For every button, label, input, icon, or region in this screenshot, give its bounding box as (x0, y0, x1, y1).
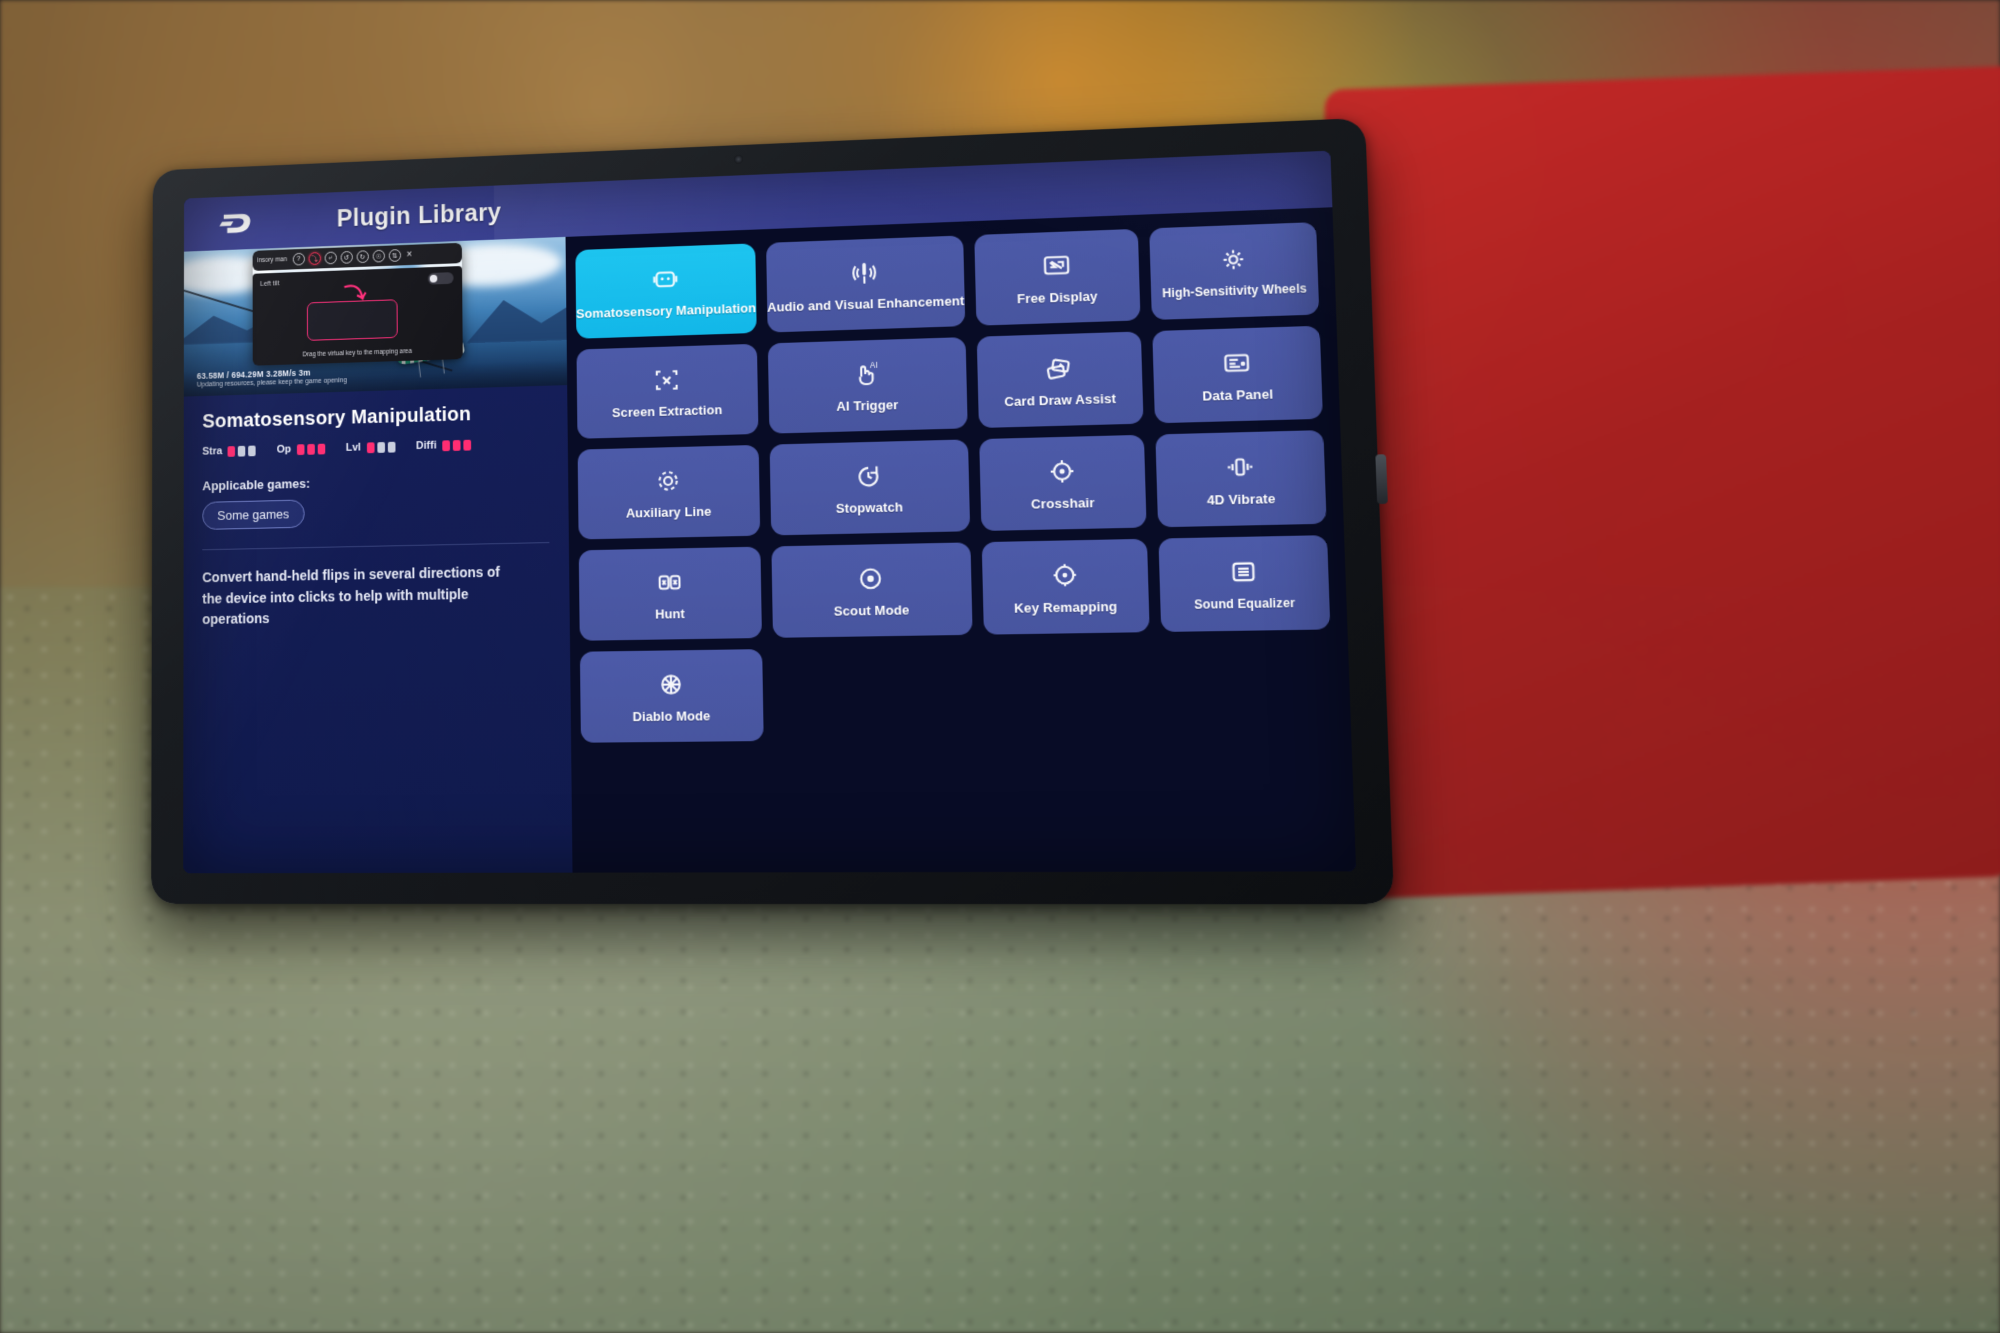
rating-label: Lvl (346, 442, 361, 454)
plugin-tile-screen-extraction[interactable]: Screen Extraction (576, 344, 758, 439)
rating-bars (228, 445, 256, 456)
gesture-icon[interactable]: ⤶ (324, 251, 336, 264)
mapping-hint-text: Drag the virtual key to the mapping area (253, 346, 463, 360)
plugin-tile-label: 4D Vibrate (1207, 490, 1276, 507)
game-tag[interactable]: Some games (202, 499, 304, 529)
plugin-tile-audio-and-visual-enhancement[interactable]: Audio and Visual Enhancement (766, 235, 965, 332)
plugin-tile-label: Diablo Mode (632, 708, 710, 724)
somatosensory-icon (650, 264, 680, 294)
screen-extraction-icon (652, 364, 682, 394)
data-panel-icon (1220, 347, 1252, 378)
rating-lvl: Lvl (346, 441, 395, 454)
rotate-icon[interactable]: ↺ (340, 251, 352, 264)
rating-bars (297, 443, 325, 454)
game-tag-row: Some games (202, 494, 549, 530)
plugin-tile-label: Auxiliary Line (626, 503, 712, 520)
plugin-tile-high-sensitivity-wheels[interactable]: High-Sensitivity Wheels (1149, 222, 1319, 320)
plugin-tile-crosshair[interactable]: Crosshair (979, 435, 1147, 531)
ai-trigger-icon: AI (851, 358, 882, 389)
tilt-icon[interactable]: ☉ (372, 250, 384, 263)
cursor-icon[interactable]: ↻ (356, 250, 368, 263)
sound-equalizer-icon (1227, 556, 1260, 588)
plugin-tile-somatosensory-manipulation[interactable]: Somatosensory Manipulation (575, 243, 756, 338)
help-icon[interactable]: ? (293, 253, 305, 266)
diablo-mode-icon (656, 669, 686, 700)
plugin-detail-panel: insory man ? ⤵ ⤶ ↺ ↻ ☉ ⇅ × Left tilt ⤵ D… (183, 237, 572, 873)
plugin-tile-data-panel[interactable]: Data Panel (1152, 326, 1323, 424)
stopwatch-icon (853, 460, 884, 491)
close-icon[interactable]: × (407, 250, 413, 261)
plugin-tile-label: Stopwatch (836, 499, 904, 516)
section-divider (202, 542, 549, 550)
plugin-preview-image: insory man ? ⤵ ⤶ ↺ ↻ ☉ ⇅ × Left tilt ⤵ D… (184, 237, 567, 397)
tablet-screen: Plugin Library insory man ? ⤵ ⤶ ↺ ↻ ☉ ⇅ … (183, 151, 1356, 874)
plugin-tile-sound-equalizer[interactable]: Sound Equalizer (1158, 535, 1330, 632)
plugin-tile-diablo-mode[interactable]: Diablo Mode (580, 649, 764, 743)
plugin-tile-stopwatch[interactable]: Stopwatch (770, 439, 970, 535)
rating-label: Op (277, 444, 291, 456)
plugin-title: Somatosensory Manipulation (202, 401, 548, 433)
rating-bars (442, 439, 471, 451)
plugin-tile-label: Somatosensory Manipulation (576, 300, 756, 321)
gamespace-d-logo-icon (219, 208, 254, 238)
plugin-tile-ai-trigger[interactable]: AI AI Trigger (768, 337, 968, 434)
red-cushion (1311, 65, 2000, 900)
plugin-tile-label: Hunt (655, 606, 685, 621)
plugin-detail-content: Somatosensory Manipulation Stra Op Lvl D… (184, 385, 570, 631)
gesture-active-icon[interactable]: ⤵ (308, 252, 320, 265)
plugin-tile-auxiliary-line[interactable]: Auxiliary Line (578, 445, 761, 540)
left-tilt-label: Left tilt (260, 280, 279, 287)
rating-stra: Stra (202, 445, 256, 458)
plugin-tile-free-display[interactable]: Free Display (974, 229, 1140, 326)
plugin-tile-scout-mode[interactable]: Scout Mode (771, 542, 972, 637)
rating-bars (367, 441, 396, 452)
plugin-grid-panel: Somatosensory Manipulation Audio and Vis… (566, 207, 1357, 872)
plugin-tile-card-draw-assist[interactable]: Card Draw Assist (976, 331, 1143, 428)
plugin-ratings: Stra Op Lvl Diffi (202, 437, 548, 458)
plugin-tile-label: Data Panel (1202, 386, 1273, 403)
plugin-tile-label: Card Draw Assist (1004, 390, 1116, 408)
rating-diffi: Diffi (416, 439, 471, 452)
key-remapping-icon (1049, 559, 1081, 590)
vibrate-icon (1224, 451, 1257, 482)
rating-label: Stra (202, 445, 222, 457)
plugin-tile-label: Crosshair (1031, 494, 1095, 511)
plugin-grid: Somatosensory Manipulation Audio and Vis… (575, 222, 1334, 743)
plugin-tile-label: Key Remapping (1014, 598, 1117, 615)
plugin-tile-key-remapping[interactable]: Key Remapping (981, 539, 1149, 635)
plugin-tile-label: Audio and Visual Enhancement (767, 293, 965, 315)
power-button[interactable] (1375, 454, 1388, 504)
crosshair-icon (1046, 455, 1078, 486)
page-title: Plugin Library (337, 198, 502, 232)
free-display-icon (1041, 250, 1073, 281)
mapping-key-area[interactable] (307, 299, 398, 341)
rating-label: Diffi (416, 440, 437, 452)
plugin-tile-4d-vibrate[interactable]: 4D Vibrate (1155, 430, 1326, 527)
content-body: insory man ? ⤵ ⤶ ↺ ↻ ☉ ⇅ × Left tilt ⤵ D… (183, 207, 1356, 873)
plugin-tile-label: Sound Equalizer (1194, 596, 1295, 612)
applicable-games-label: Applicable games: (202, 470, 548, 493)
plugin-tile-label: High-Sensitivity Wheels (1162, 281, 1307, 300)
hunt-icon (655, 567, 685, 597)
plugin-tile-label: Scout Mode (834, 602, 910, 618)
scout-mode-icon (855, 563, 886, 594)
flip-icon[interactable]: ⇅ (389, 249, 401, 262)
high-sensitivity-wheels-icon (1217, 244, 1249, 275)
key-mapping-overlay: insory man ? ⤵ ⤶ ↺ ↻ ☉ ⇅ × Left tilt ⤵ D… (253, 243, 463, 366)
tablet-device: Plugin Library insory man ? ⤵ ⤶ ↺ ↻ ☉ ⇅ … (151, 118, 1394, 904)
mapping-canvas: Left tilt ⤵ Drag the virtual key to the … (253, 266, 463, 366)
plugin-tile-label: Screen Extraction (612, 402, 723, 420)
svg-text:AI: AI (870, 361, 878, 370)
mapping-app-name: insory man (257, 256, 287, 264)
plugin-tile-label: Free Display (1017, 288, 1098, 306)
plugin-tile-hunt[interactable]: Hunt (579, 547, 762, 641)
auxiliary-line-icon (653, 465, 683, 495)
rating-op: Op (277, 443, 325, 456)
audio-visual-icon (849, 257, 880, 288)
left-tilt-toggle[interactable] (428, 272, 454, 285)
plugin-description: Convert hand-held flips in several direc… (202, 561, 517, 630)
card-draw-assist-icon (1043, 352, 1075, 383)
plugin-tile-label: AI Trigger (836, 397, 898, 414)
